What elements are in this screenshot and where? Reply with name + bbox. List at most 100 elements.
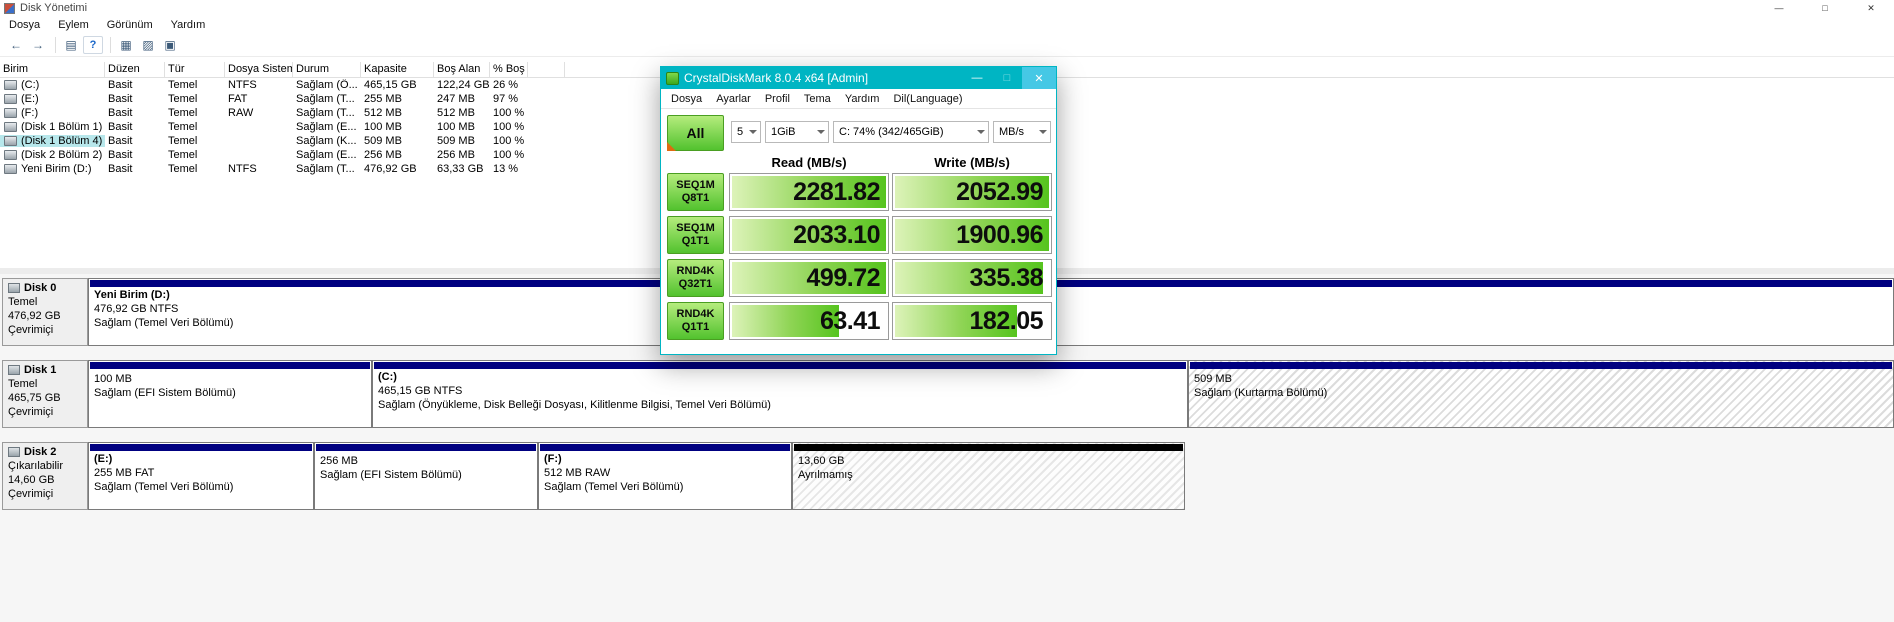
toolbar: ← → ▤ ? ▦ ▨ ▣ <box>0 33 1894 57</box>
column-header-birim[interactable]: Birim <box>0 62 105 77</box>
column-header-yuzde-bos[interactable]: % Boş <box>490 62 528 77</box>
menu-yardim[interactable]: Yardım <box>162 19 215 31</box>
chevron-down-icon <box>749 130 757 138</box>
volume-icon <box>4 94 17 104</box>
write-value: 182.05 <box>969 306 1044 335</box>
partition-stripe <box>90 444 312 451</box>
write-value: 2052.99 <box>956 177 1043 206</box>
back-icon[interactable]: ← <box>6 36 26 54</box>
partition-recovery[interactable]: 509 MB Sağlam (Kurtarma Bölümü) <box>1188 360 1894 428</box>
menu-gorunum[interactable]: Görünüm <box>98 19 162 31</box>
close-icon[interactable]: ✕ <box>1848 0 1894 16</box>
menu-dosya[interactable]: Dosya <box>0 19 49 31</box>
partition[interactable]: 100 MB Sağlam (EFI Sistem Bölümü) <box>88 360 372 428</box>
column-header-bos-alan[interactable]: Boş Alan <box>434 62 490 77</box>
column-header-tur[interactable]: Tür <box>165 62 225 77</box>
rnd4k-q1t1-read-bar: 63.41 <box>729 302 889 340</box>
column-header-duzen[interactable]: Düzen <box>105 62 165 77</box>
read-value: 499.72 <box>806 263 881 292</box>
seq1m-q1t1-button[interactable]: SEQ1M Q1T1 <box>667 216 724 254</box>
cdm-title-bar[interactable]: CrystalDiskMark 8.0.4 x64 [Admin] — □ ✕ <box>661 67 1056 89</box>
read-value: 2033.10 <box>793 220 880 249</box>
volume-icon <box>4 108 17 118</box>
column-header-filler <box>528 62 565 77</box>
volume-icon <box>4 80 17 90</box>
partition-unallocated[interactable]: 13,60 GB Ayrılmamış <box>792 442 1185 510</box>
disk-management-app-icon <box>4 2 15 14</box>
disk-icon <box>8 283 20 293</box>
chevron-down-icon <box>817 130 825 138</box>
disk-header[interactable]: Disk 1 Temel 465,75 GB Çevrimiçi <box>2 360 88 428</box>
list-view-icon[interactable]: ▦ <box>116 36 136 54</box>
target-drive-select[interactable]: C: 74% (342/465GiB) <box>833 121 989 143</box>
cdm-menu-bar: Dosya Ayarlar Profil Tema Yardım Dil(Lan… <box>661 89 1056 109</box>
cdm-window-title: CrystalDiskMark 8.0.4 x64 [Admin] <box>684 71 869 85</box>
test-count-select[interactable]: 5 <box>731 121 761 143</box>
write-value: 335.38 <box>969 263 1044 292</box>
volume-name: (C:) <box>21 79 40 91</box>
volume-name: (Disk 2 Bölüm 2) <box>21 149 103 161</box>
disk-header[interactable]: Disk 0 Temel 476,92 GB Çevrimiçi <box>2 278 88 346</box>
read-value: 63.41 <box>819 306 881 335</box>
toolbar-separator <box>55 36 56 53</box>
seq1m-q8t1-button[interactable]: SEQ1M Q8T1 <box>667 173 724 211</box>
console-tree-icon[interactable]: ▤ <box>61 36 81 54</box>
partition[interactable]: (C:) 465,15 GB NTFS Sağlam (Önyükleme, D… <box>372 360 1188 428</box>
seq1m-q8t1-read-bar: 2281.82 <box>729 173 889 211</box>
partition[interactable]: (F:) 512 MB RAW Sağlam (Temel Veri Bölüm… <box>538 442 792 510</box>
volume-icon <box>4 122 17 132</box>
minimize-icon[interactable]: — <box>1756 0 1802 16</box>
rnd4k-q1t1-button[interactable]: RND4K Q1T1 <box>667 302 724 340</box>
partition[interactable]: 256 MB Sağlam (EFI Sistem Bölümü) <box>314 442 538 510</box>
cdm-menu-tema[interactable]: Tema <box>797 93 838 105</box>
cdm-minimize-icon[interactable]: — <box>962 67 992 89</box>
test-size-select[interactable]: 1GiB <box>765 121 829 143</box>
menu-eylem[interactable]: Eylem <box>49 19 98 31</box>
partition[interactable]: (E:) 255 MB FAT Sağlam (Temel Veri Bölüm… <box>88 442 314 510</box>
partition-stripe <box>374 362 1186 369</box>
all-test-button[interactable]: All <box>667 115 724 151</box>
forward-icon[interactable]: → <box>28 36 48 54</box>
rnd4k-q32t1-write-bar: 335.38 <box>892 259 1052 297</box>
maximize-icon[interactable]: □ <box>1802 0 1848 16</box>
volume-icon <box>4 136 17 146</box>
partition-stripe <box>90 362 370 369</box>
cdm-menu-ayarlar[interactable]: Ayarlar <box>709 93 758 105</box>
read-value: 2281.82 <box>793 177 880 206</box>
cdm-menu-yardim[interactable]: Yardım <box>838 93 887 105</box>
cdm-maximize-icon[interactable]: □ <box>992 67 1022 89</box>
menu-bar: Dosya Eylem Görünüm Yardım <box>0 16 1894 33</box>
disk-header[interactable]: Disk 2 Çıkarılabilir 14,60 GB Çevrimiçi <box>2 442 88 510</box>
column-header-kapasite[interactable]: Kapasite <box>361 62 434 77</box>
rnd4k-q32t1-button[interactable]: RND4K Q32T1 <box>667 259 724 297</box>
cdm-close-icon[interactable]: ✕ <box>1022 67 1056 89</box>
seq1m-q1t1-read-bar: 2033.10 <box>729 216 889 254</box>
volume-name: Yeni Birim (D:) <box>21 163 92 175</box>
crystaldiskmark-app-icon <box>666 71 679 85</box>
partition-stripe <box>316 444 536 451</box>
unallocated-stripe <box>794 444 1183 451</box>
help-icon[interactable]: ? <box>83 35 103 54</box>
seq1m-q1t1-write-bar: 1900.96 <box>892 216 1052 254</box>
crystaldiskmark-window: CrystalDiskMark 8.0.4 x64 [Admin] — □ ✕ … <box>660 66 1057 355</box>
column-header-durum[interactable]: Durum <box>293 62 361 77</box>
partition-stripe <box>1190 362 1892 369</box>
window-title: Disk Yönetimi <box>20 2 88 14</box>
cdm-menu-profil[interactable]: Profil <box>758 93 797 105</box>
disk-icon <box>8 447 20 457</box>
properties-icon[interactable]: ▣ <box>160 36 180 54</box>
cdm-menu-dil[interactable]: Dil(Language) <box>886 93 969 105</box>
column-header-dosya-sistemi[interactable]: Dosya Sistemi <box>225 62 293 77</box>
disk-row-2: Disk 2 Çıkarılabilir 14,60 GB Çevrimiçi … <box>2 442 1894 510</box>
toolbar-separator <box>110 36 111 53</box>
unit-select[interactable]: MB/s <box>993 121 1051 143</box>
rnd4k-q1t1-write-bar: 182.05 <box>892 302 1052 340</box>
graphical-view-icon[interactable]: ▨ <box>138 36 158 54</box>
rnd4k-q32t1-read-bar: 499.72 <box>729 259 889 297</box>
chevron-down-icon <box>977 130 985 138</box>
seq1m-q8t1-write-bar: 2052.99 <box>892 173 1052 211</box>
cdm-menu-dosya[interactable]: Dosya <box>664 93 709 105</box>
title-bar: Disk Yönetimi — □ ✕ <box>0 0 1894 16</box>
write-column-header: Write (MB/s) <box>934 155 1010 170</box>
partition-stripe <box>540 444 790 451</box>
